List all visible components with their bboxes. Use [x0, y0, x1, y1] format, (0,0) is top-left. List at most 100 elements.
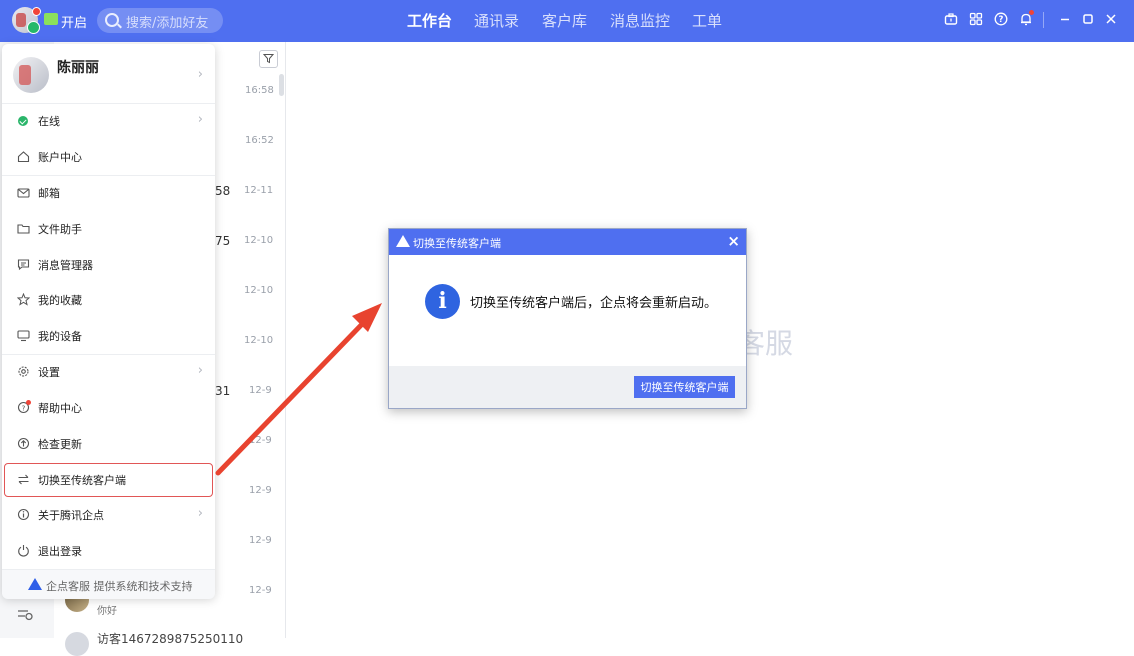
menu-item-label: 在线 — [38, 115, 60, 128]
chat-list-scrollbar[interactable] — [279, 74, 284, 96]
info-icon: i — [425, 284, 460, 319]
menu-item-logout[interactable]: 退出登录 — [4, 534, 213, 568]
upload-icon — [16, 437, 30, 451]
tab-workbench[interactable]: 工作台 — [407, 10, 452, 31]
dialog-footer: 切换至传统客户端 — [389, 366, 746, 408]
chat-time: 12-10 — [244, 285, 274, 296]
search-box[interactable]: 搜索/添加好友 — [97, 8, 223, 33]
menu-item-online-status[interactable]: 在线 › — [4, 104, 213, 138]
notification-badge — [32, 7, 41, 16]
menu-item-label: 账户中心 — [38, 151, 82, 164]
bell-badge — [1029, 10, 1034, 15]
menu-item-account-center[interactable]: 账户中心 — [4, 140, 213, 174]
dialog-title-bar[interactable]: 切换至传统客户端 × — [389, 229, 746, 255]
dialog-close-icon[interactable]: × — [727, 233, 740, 249]
mail-icon — [16, 186, 30, 200]
maximize-icon[interactable] — [1081, 12, 1095, 26]
tab-tickets[interactable]: 工单 — [692, 10, 722, 31]
chat-time: 12-11 — [244, 185, 274, 196]
chevron-right-icon: › — [197, 112, 203, 127]
filter-icon[interactable] — [259, 50, 278, 68]
profile-avatar[interactable] — [13, 57, 49, 93]
chat-name[interactable]: 访客1467289875250110 — [97, 630, 243, 647]
close-icon[interactable] — [1104, 12, 1118, 26]
menu-item-label: 消息管理器 — [38, 259, 93, 272]
chevron-right-icon: › — [197, 67, 203, 82]
menu-item-label: 文件助手 — [38, 223, 82, 236]
chevron-right-icon: › — [197, 506, 203, 521]
menu-item-about[interactable]: 关于腾讯企点 › — [4, 498, 213, 532]
chat-name-fragment: 31 — [215, 384, 231, 398]
menu-item-settings[interactable]: 设置 › — [4, 355, 213, 389]
chat-preview: 你好 — [97, 606, 117, 617]
home-icon — [16, 150, 30, 164]
menu-item-label: 切换至传统客户端 — [38, 474, 126, 487]
chevron-right-icon: › — [197, 363, 203, 378]
menu-item-message-manager[interactable]: 消息管理器 — [4, 248, 213, 282]
qidian-logo-icon — [396, 235, 410, 247]
menu-item-file-assistant[interactable]: 文件助手 — [4, 212, 213, 246]
switch-client-button[interactable]: 切换至传统客户端 — [634, 376, 735, 398]
menu-item-my-devices[interactable]: 我的设备 — [4, 319, 213, 353]
minimize-icon[interactable] — [1058, 12, 1072, 26]
svg-text:?: ? — [999, 15, 1004, 25]
help-badge — [26, 400, 31, 405]
menu-item-label: 邮箱 — [38, 187, 60, 200]
briefcase-icon[interactable] — [944, 12, 958, 26]
chat-time: 12-9 — [249, 585, 272, 596]
menu-item-favorites[interactable]: 我的收藏 — [4, 283, 213, 317]
chat-time: 12-9 — [249, 435, 272, 446]
chat-time: 12-9 — [249, 535, 272, 546]
user-menu: 陈丽丽 › 在线 › 账户中心 邮箱 文件助手 消息管理器 我的收藏 我的设备 … — [2, 44, 215, 599]
menu-item-check-update[interactable]: 检查更新 — [4, 427, 213, 461]
menu-item-label: 检查更新 — [38, 438, 82, 451]
qidian-logo-icon — [28, 578, 42, 590]
gear-icon — [16, 365, 30, 379]
menu-footer-text: 企点客服 提供系统和技术支持 — [46, 580, 193, 593]
chat-avatar[interactable] — [65, 632, 89, 656]
search-placeholder[interactable]: 搜索/添加好友 — [126, 12, 208, 31]
chat-name-fragment: 58 — [215, 184, 231, 198]
online-check-icon — [18, 116, 28, 126]
apps-grid-icon[interactable] — [969, 12, 983, 26]
menu-footer: 企点客服 提供系统和技术支持 — [2, 569, 215, 599]
search-icon — [105, 13, 119, 27]
svg-text:?: ? — [21, 404, 25, 412]
switch-icon — [16, 473, 30, 487]
toolbar-divider — [1043, 12, 1044, 28]
top-bar: 开启 搜索/添加好友 工作台 通讯录 客户库 消息监控 工单 ? — [0, 0, 1134, 42]
menu-item-mailbox[interactable]: 邮箱 — [4, 176, 213, 210]
tab-contacts[interactable]: 通讯录 — [474, 10, 519, 31]
settings-filter-icon[interactable] — [17, 606, 33, 622]
menu-item-label: 设置 — [38, 366, 60, 379]
tab-message-monitor[interactable]: 消息监控 — [610, 10, 670, 31]
tab-customer-library[interactable]: 客户库 — [542, 10, 587, 31]
online-status-icon — [27, 21, 40, 34]
chat-time: 12-9 — [249, 485, 272, 496]
menu-item-label: 退出登录 — [38, 545, 82, 558]
menu-item-label: 帮助中心 — [38, 402, 82, 415]
menu-item-label: 我的收藏 — [38, 294, 82, 307]
menu-item-help-center[interactable]: ? 帮助中心 — [4, 391, 213, 425]
status-label[interactable]: 开启 — [61, 12, 87, 31]
folder-icon — [16, 222, 30, 236]
chat-name-fragment: 75 — [215, 234, 231, 248]
dialog-title: 切换至传统客户端 — [413, 237, 501, 250]
chat-time: 12-10 — [244, 235, 274, 246]
star-icon — [16, 292, 30, 307]
profile-name[interactable]: 陈丽丽 — [57, 57, 99, 77]
monitor-icon — [16, 329, 30, 343]
chat-time: 12-9 — [249, 385, 272, 396]
chat-time: 16:52 — [245, 135, 274, 146]
help-icon[interactable]: ? — [994, 12, 1008, 26]
menu-item-switch-classic-client[interactable]: 切换至传统客户端 — [4, 463, 213, 497]
status-flag-icon[interactable] — [44, 13, 58, 25]
power-icon — [16, 544, 30, 558]
dialog-message: 切换至传统客户端后，企点将会重新启动。 — [470, 296, 718, 311]
chat-time: 16:58 — [245, 85, 274, 96]
info-icon — [16, 508, 30, 522]
switch-client-dialog: 切换至传统客户端 × i 切换至传统客户端后，企点将会重新启动。 切换至传统客户… — [388, 228, 747, 409]
menu-item-label: 我的设备 — [38, 330, 82, 343]
chat-time: 12-10 — [244, 335, 274, 346]
message-icon — [16, 258, 30, 272]
